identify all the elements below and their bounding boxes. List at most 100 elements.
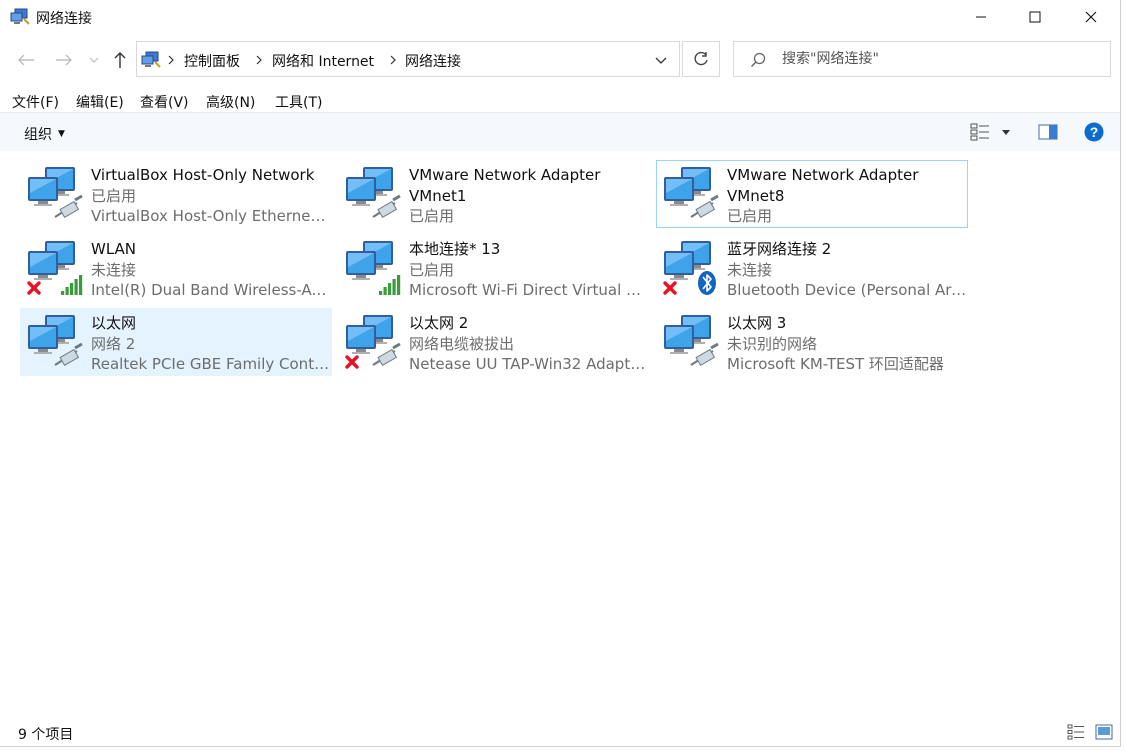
window-title: 网络连接 [36, 11, 92, 27]
connection-item-bluetooth[interactable]: 蓝牙网络连接 2 未连接 Bluetooth Device (Personal … [656, 234, 968, 302]
forward-button[interactable] [52, 48, 76, 72]
connection-name: 以太网 2 [409, 314, 469, 332]
close-icon [1085, 11, 1097, 23]
network-connections-location-icon [141, 51, 161, 68]
connection-status: 未连接 [91, 260, 137, 279]
menu-edit[interactable]: 编辑(E) [76, 92, 124, 112]
connection-item-local-13[interactable]: 本地连接* 13 已启用 Microsoft Wi-Fi Direct Virt… [338, 234, 650, 302]
status-bar: 9 个项目 [0, 718, 1120, 746]
connection-item-wlan[interactable]: WLAN 未连接 Intel(R) Dual Band Wireless-AC … [20, 234, 332, 302]
connection-status: 未连接 [727, 260, 773, 279]
recent-locations-button[interactable] [84, 48, 104, 72]
caret-down-icon: ▼ [58, 129, 65, 139]
svg-text:?: ? [1090, 124, 1099, 140]
refresh-button[interactable] [682, 41, 720, 77]
arrow-up-icon [114, 52, 126, 68]
search-icon [750, 52, 766, 68]
connection-item-vmnet8[interactable]: VMware Network Adapter VMnet8 已启用 [656, 160, 968, 228]
file-list[interactable]: VirtualBox Host-Only Network 已启用 Virtual… [0, 152, 1120, 714]
address-bar[interactable]: 控制面板 网络和 Internet 网络连接 [136, 41, 680, 77]
network-adapter-icon [664, 315, 719, 367]
search-box[interactable] [733, 41, 1111, 77]
network-adapter-icon [28, 315, 83, 367]
connection-status: 已启用 [409, 260, 455, 279]
menu-view[interactable]: 查看(V) [140, 92, 189, 112]
connection-item-ethernet-2[interactable]: 以太网 2 网络电缆被拔出 Netease UU TAP-Win32 Adapt… [338, 308, 650, 376]
connection-status: 已启用 [409, 207, 455, 225]
connection-device: Intel(R) Dual Band Wireless-AC 3168 [91, 281, 331, 299]
breadcrumb-control-panel[interactable]: 控制面板 [184, 51, 240, 71]
connection-name: WLAN [91, 240, 137, 258]
organize-label: 组织 [24, 127, 52, 143]
connection-status: 已启用 [727, 207, 773, 225]
wireless-adapter-icon [27, 241, 83, 295]
details-view-icon[interactable] [1067, 724, 1085, 740]
connection-name: 以太网 [91, 314, 137, 332]
help-icon[interactable]: ? [1084, 122, 1104, 142]
network-adapter-icon [345, 315, 401, 369]
back-button[interactable] [14, 48, 38, 72]
connection-device: Microsoft KM-TEST 环回适配器 [727, 355, 944, 373]
change-view-button[interactable] [970, 122, 1014, 142]
preview-pane-icon[interactable] [1037, 122, 1059, 142]
title-bar[interactable]: 网络连接 [0, 0, 1120, 34]
connection-name: 以太网 3 [727, 314, 787, 332]
network-adapter-icon [664, 167, 719, 219]
connection-item-ethernet[interactable]: 以太网 网络 2 Realtek PCIe GBE Family Control… [20, 308, 332, 376]
network-adapter-icon [346, 167, 401, 219]
close-button[interactable] [1068, 0, 1114, 34]
connection-device: Microsoft Wi-Fi Direct Virtual Adapter [409, 281, 649, 299]
navigation-bar: 控制面板 网络和 Internet 网络连接 [0, 38, 1120, 82]
connection-status: 未识别的网络 [727, 334, 818, 353]
connection-name: 本地连接* 13 [409, 240, 501, 258]
chevron-right-icon[interactable] [254, 53, 264, 67]
connection-device: Netease UU TAP-Win32 Adapter V9.21 [409, 355, 649, 373]
connection-device: Realtek PCIe GBE Family Controller [91, 355, 331, 373]
connection-name: VMware Network Adapter [409, 166, 601, 184]
connection-name-line2: VMnet1 [409, 186, 467, 205]
connection-status: 已启用 [91, 186, 137, 205]
chevron-right-icon[interactable] [388, 53, 398, 67]
item-count: 9 个项目 [18, 727, 74, 743]
connection-name: VMware Network Adapter [727, 166, 919, 184]
chevron-down-icon [655, 57, 667, 64]
address-history-dropdown[interactable] [651, 51, 671, 69]
command-bar: 组织 ▼ ? [0, 113, 1120, 151]
network-connections-app-icon [10, 8, 30, 25]
arrow-right-icon [56, 54, 72, 66]
connection-item-vmnet1[interactable]: VMware Network Adapter VMnet1 已启用 [338, 160, 650, 228]
connection-name: VirtualBox Host-Only Network [91, 166, 315, 184]
minimize-icon [976, 16, 986, 18]
breadcrumb-network-and-internet[interactable]: 网络和 Internet [272, 51, 374, 71]
connection-name: 蓝牙网络连接 2 [727, 240, 832, 258]
bluetooth-adapter-icon [663, 241, 716, 295]
connection-item-ethernet-3[interactable]: 以太网 3 未识别的网络 Microsoft KM-TEST 环回适配器 [656, 308, 968, 376]
menu-bar: 文件(F) 编辑(E) 查看(V) 高级(N) 工具(T) [0, 88, 1120, 113]
minimize-button[interactable] [958, 0, 1004, 34]
connection-device: VirtualBox Host-Only Ethernet Adapter [91, 207, 331, 225]
menu-advanced[interactable]: 高级(N) [206, 92, 255, 112]
chevron-down-icon [89, 57, 99, 63]
maximize-button[interactable] [1012, 0, 1058, 34]
wireless-adapter-icon [346, 241, 401, 295]
connection-status: 网络 2 [91, 334, 136, 353]
details-view-icon [970, 123, 989, 141]
large-icons-view-icon[interactable] [1095, 724, 1113, 740]
up-button[interactable] [108, 48, 132, 72]
connection-item-virtualbox[interactable]: VirtualBox Host-Only Network 已启用 Virtual… [20, 160, 332, 228]
connection-status: 网络电缆被拔出 [409, 334, 515, 353]
connection-device: Bluetooth Device (Personal Area Network) [727, 281, 967, 299]
refresh-icon [694, 51, 708, 66]
maximize-icon [1029, 11, 1041, 23]
explorer-window: 网络连接 控制面板 网络和 Internet 网络连接 搜索"网络连接" 文件(… [0, 0, 1121, 747]
arrow-left-icon [18, 54, 34, 66]
connection-name-line2: VMnet8 [727, 186, 785, 205]
menu-file[interactable]: 文件(F) [12, 92, 59, 112]
network-adapter-icon [28, 167, 83, 219]
chevron-right-icon[interactable] [166, 53, 176, 67]
caret-down-icon [1002, 129, 1010, 135]
breadcrumb-network-connections[interactable]: 网络连接 [405, 51, 461, 71]
search-input[interactable] [782, 49, 1092, 69]
organize-button[interactable]: 组织 ▼ [24, 124, 65, 144]
menu-tools[interactable]: 工具(T) [275, 92, 322, 112]
